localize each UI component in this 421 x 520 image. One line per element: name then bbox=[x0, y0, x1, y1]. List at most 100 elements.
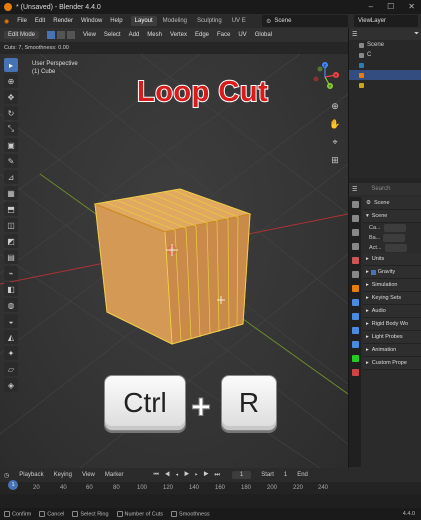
material-tab-icon[interactable] bbox=[351, 369, 359, 376]
rotate-tool-icon[interactable]: ↻ bbox=[4, 106, 18, 120]
zoom-icon[interactable]: ⊕ bbox=[329, 100, 341, 112]
shear-tool-icon[interactable]: ▱ bbox=[4, 362, 18, 376]
outliner-editor-icon[interactable]: ☰ bbox=[352, 31, 357, 38]
annotate-tool-icon[interactable]: ✎ bbox=[4, 154, 18, 168]
measure-tool-icon[interactable]: ⊿ bbox=[4, 170, 18, 184]
panel-light-probes[interactable]: ▸ Light Probes bbox=[363, 331, 421, 344]
world-tab-icon[interactable] bbox=[351, 271, 359, 278]
perspective-toggle-icon[interactable]: ⊞ bbox=[329, 154, 341, 166]
constraints-tab-icon[interactable] bbox=[351, 341, 359, 348]
panel-gravity[interactable]: ▸ Gravity bbox=[363, 266, 421, 279]
camera-field[interactable]: Ca... bbox=[363, 223, 421, 233]
panel-scene[interactable]: ▾ Scene bbox=[363, 210, 421, 223]
smooth-tool-icon[interactable]: ◒ bbox=[4, 314, 18, 328]
tab-sculpting[interactable]: Sculpting bbox=[193, 16, 226, 26]
panel-keying-sets[interactable]: ▸ Keying Sets bbox=[363, 292, 421, 305]
menu-edge[interactable]: Edge bbox=[195, 32, 209, 38]
playback-controls[interactable]: ⏮ ◀ ◂ ▶ ▸ ▶ ⏭ bbox=[154, 472, 222, 479]
timeline-ruler[interactable]: 1 20 40 60 80 100 120 140 160 180 200 22… bbox=[0, 480, 421, 494]
panel-custom-properties[interactable]: ▸ Custom Prope bbox=[363, 357, 421, 370]
select-box-tool-icon[interactable]: ▸ bbox=[4, 58, 18, 72]
menu-edit[interactable]: Edit bbox=[35, 18, 45, 24]
properties-editor-icon[interactable]: ☰ bbox=[352, 186, 357, 193]
panel-rigid-body[interactable]: ▸ Rigid Body Wo bbox=[363, 318, 421, 331]
background-field[interactable]: Ba... bbox=[363, 233, 421, 243]
scene-tab-icon[interactable] bbox=[351, 257, 359, 264]
menu-marker[interactable]: Marker bbox=[105, 472, 124, 478]
inset-tool-icon[interactable]: ◫ bbox=[4, 218, 18, 232]
panel-audio[interactable]: ▸ Audio bbox=[363, 305, 421, 318]
outliner-camera-row[interactable] bbox=[349, 60, 421, 70]
properties-search[interactable]: Search bbox=[371, 186, 390, 192]
panel-simulation[interactable]: ▸ Simulation bbox=[363, 279, 421, 292]
poly-build-tool-icon[interactable]: ◧ bbox=[4, 282, 18, 296]
outliner-scene-row[interactable]: Scene bbox=[349, 40, 421, 50]
panel-units[interactable]: ▸ Units bbox=[363, 253, 421, 266]
transform-orientation[interactable]: Global bbox=[255, 32, 272, 38]
camera-view-icon[interactable]: ⌖ bbox=[329, 136, 341, 148]
panel-animation[interactable]: ▸ Animation bbox=[363, 344, 421, 357]
camera-field-value[interactable] bbox=[383, 224, 406, 232]
mode-selector[interactable]: Edit Mode bbox=[4, 31, 40, 39]
cursor-tool-icon[interactable]: ⊕ bbox=[4, 74, 18, 88]
move-tool-icon[interactable]: ✥ bbox=[4, 90, 18, 104]
menu-timeline-view[interactable]: View bbox=[82, 472, 95, 478]
vertex-select-icon[interactable] bbox=[47, 31, 56, 39]
face-select-icon[interactable] bbox=[67, 31, 76, 39]
edge-select-icon[interactable] bbox=[57, 31, 66, 39]
menu-file[interactable]: File bbox=[17, 18, 27, 24]
menu-add[interactable]: Add bbox=[129, 32, 140, 38]
maximize-icon[interactable]: ☐ bbox=[387, 2, 394, 11]
shrink-fatten-tool-icon[interactable]: ✦ bbox=[4, 346, 18, 360]
extrude-tool-icon[interactable]: ⬒ bbox=[4, 202, 18, 216]
pan-hand-icon[interactable]: ✋ bbox=[329, 118, 341, 130]
scale-tool-icon[interactable]: ⤡ bbox=[4, 122, 18, 136]
physics-tab-icon[interactable] bbox=[351, 327, 359, 334]
active-clip-field-value[interactable] bbox=[384, 244, 407, 252]
minimize-icon[interactable]: – bbox=[369, 2, 373, 11]
tab-modeling[interactable]: Modeling bbox=[159, 16, 191, 26]
edge-slide-tool-icon[interactable]: ◭ bbox=[4, 330, 18, 344]
menu-vertex[interactable]: Vertex bbox=[170, 32, 187, 38]
data-tab-icon[interactable] bbox=[351, 355, 359, 362]
rip-region-tool-icon[interactable]: ◈ bbox=[4, 378, 18, 392]
object-tab-icon[interactable] bbox=[351, 285, 359, 292]
start-frame-field[interactable]: 1 bbox=[284, 472, 287, 478]
outliner-filter-icon[interactable]: ⏷ bbox=[414, 31, 419, 38]
menu-face[interactable]: Face bbox=[217, 32, 230, 38]
particles-tab-icon[interactable] bbox=[351, 313, 359, 320]
menu-keying[interactable]: Keying bbox=[54, 472, 72, 478]
tab-layout[interactable]: Layout bbox=[130, 16, 157, 26]
loop-cut-tool-icon[interactable]: ▤ bbox=[4, 250, 18, 264]
output-tab-icon[interactable] bbox=[351, 229, 359, 236]
scene-selector[interactable]: ⚙ Scene bbox=[262, 15, 348, 27]
menu-select[interactable]: Select bbox=[104, 32, 121, 38]
knife-tool-icon[interactable]: ⌁ bbox=[4, 266, 18, 280]
tab-uv-editing[interactable]: UV E bbox=[228, 16, 250, 26]
menu-help[interactable]: Help bbox=[110, 18, 122, 24]
transform-tool-icon[interactable]: ▣ bbox=[4, 138, 18, 152]
current-frame-field[interactable]: 1 bbox=[231, 471, 252, 479]
active-clip-field[interactable]: Act... bbox=[363, 243, 421, 253]
menu-window[interactable]: Window bbox=[81, 18, 102, 24]
view-layer-tab-icon[interactable] bbox=[351, 243, 359, 250]
playhead[interactable]: 1 bbox=[8, 480, 18, 490]
outliner-cube-row[interactable] bbox=[349, 70, 421, 80]
add-cube-tool-icon[interactable]: ▦ bbox=[4, 186, 18, 200]
background-field-value[interactable] bbox=[383, 234, 406, 242]
timeline-editor-icon[interactable]: ◷ bbox=[4, 472, 9, 479]
bevel-tool-icon[interactable]: ◩ bbox=[4, 234, 18, 248]
timeline-track[interactable] bbox=[0, 494, 421, 508]
menu-playback[interactable]: Playback bbox=[19, 472, 43, 478]
menu-render[interactable]: Render bbox=[53, 18, 73, 24]
spin-tool-icon[interactable]: ◍ bbox=[4, 298, 18, 312]
gravity-checkbox-icon[interactable] bbox=[370, 269, 376, 275]
menu-uv[interactable]: UV bbox=[238, 32, 246, 38]
menu-blender-icon[interactable]: ◉ bbox=[4, 18, 9, 25]
modifier-tab-icon[interactable] bbox=[351, 299, 359, 306]
view-layer-selector[interactable]: ViewLayer bbox=[354, 15, 418, 27]
navigation-gizmo[interactable]: X Y Z bbox=[310, 62, 340, 92]
outliner-collection-row[interactable]: C bbox=[349, 50, 421, 60]
render-tab-icon[interactable] bbox=[351, 215, 359, 222]
menu-mesh[interactable]: Mesh bbox=[147, 32, 162, 38]
